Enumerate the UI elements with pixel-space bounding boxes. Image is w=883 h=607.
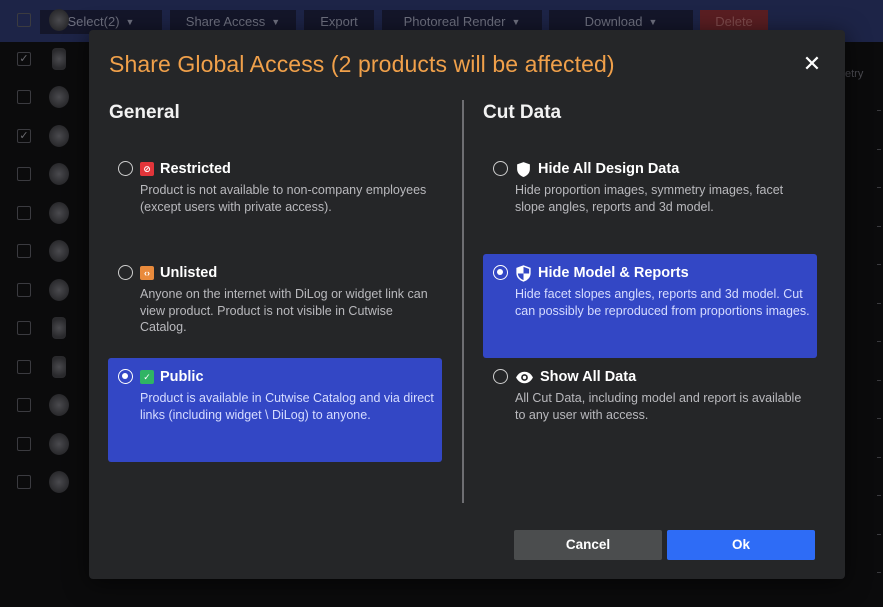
half-shield-icon — [516, 264, 531, 282]
row-checkbox[interactable]: ✓ — [17, 128, 31, 143]
diamond-thumbnail — [49, 201, 69, 224]
row-checkbox[interactable] — [17, 321, 31, 335]
diamond-thumbnail — [49, 240, 69, 262]
table-row[interactable] — [0, 432, 90, 456]
option-hide-all-design-data[interactable]: Hide All Design Data Hide proportion ima… — [483, 150, 817, 250]
public-icon: ✓ — [140, 370, 154, 384]
option-description: All Cut Data, including model and report… — [515, 391, 802, 422]
option-description: Anyone on the internet with DiLog or wid… — [140, 287, 428, 334]
row-checkbox[interactable]: ✓ — [17, 51, 31, 66]
show-all-data-radio[interactable] — [493, 369, 508, 384]
option-label: Hide All Design Data — [538, 161, 680, 177]
row-divider — [877, 187, 881, 188]
table-row[interactable]: ✓ — [0, 47, 90, 71]
share-access-label: Share Access — [185, 14, 266, 29]
option-restricted[interactable]: ⊘ Restricted Product is not available to… — [108, 150, 442, 250]
table-row[interactable] — [0, 8, 90, 32]
diamond-thumbnail — [49, 394, 69, 416]
row-checkbox[interactable] — [17, 13, 31, 27]
row-divider — [877, 572, 881, 573]
row-checkbox[interactable] — [17, 90, 31, 104]
option-hide-model-reports[interactable]: Hide Model & Reports Hide facet slopes a… — [483, 254, 817, 358]
row-divider — [877, 456, 881, 458]
table-row[interactable] — [0, 85, 90, 109]
table-row[interactable] — [0, 239, 90, 263]
table-row[interactable]: ✓ — [0, 124, 90, 148]
diamond-thumbnail — [49, 278, 69, 301]
unlisted-radio[interactable] — [118, 265, 133, 280]
table-row[interactable] — [0, 316, 90, 340]
table-row[interactable] — [0, 278, 90, 302]
row-divider — [877, 302, 881, 304]
row-divider — [877, 379, 881, 381]
cut-data-heading: Cut Data — [483, 102, 562, 123]
option-label: Hide Model & Reports — [538, 265, 689, 281]
diamond-thumbnail — [49, 9, 69, 31]
row-divider — [877, 341, 881, 342]
row-checkbox[interactable] — [17, 205, 31, 220]
option-label: Restricted — [160, 161, 231, 177]
row-checkbox[interactable] — [17, 244, 31, 258]
row-checkbox[interactable] — [17, 436, 31, 451]
diamond-thumbnail — [52, 355, 66, 378]
hide-model-reports-radio[interactable] — [493, 265, 508, 280]
diamond-thumbnail — [49, 163, 69, 185]
section-divider — [462, 100, 464, 503]
unlisted-icon: ‹› — [140, 266, 154, 280]
row-checkbox[interactable] — [17, 359, 31, 374]
option-public[interactable]: ✓ Public Product is available in Cutwise… — [108, 358, 442, 462]
diamond-thumbnail — [52, 47, 66, 70]
row-divider — [877, 225, 881, 227]
table-row[interactable] — [0, 355, 90, 379]
diamond-thumbnail — [49, 124, 69, 147]
option-description: Product is not available to non-company … — [140, 183, 427, 214]
row-divider — [877, 418, 881, 419]
column-header-symmetry: etry — [845, 68, 864, 80]
option-description: Hide facet slopes angles, reports and 3d… — [515, 287, 810, 318]
restricted-radio[interactable] — [118, 161, 133, 176]
option-label: Show All Data — [540, 369, 637, 385]
table-row[interactable] — [0, 201, 90, 225]
table-row[interactable] — [0, 393, 90, 417]
diamond-thumbnail — [49, 86, 69, 108]
row-checkbox[interactable] — [17, 167, 31, 181]
row-divider — [877, 148, 881, 150]
row-checkbox[interactable] — [17, 282, 31, 297]
option-label: Unlisted — [160, 265, 218, 281]
row-divider — [877, 264, 881, 265]
share-access-modal: Share Global Access (2 products will be … — [89, 30, 845, 579]
diamond-thumbnail — [52, 317, 66, 339]
diamond-thumbnail — [49, 471, 69, 493]
option-description: Product is available in Cutwise Catalog … — [140, 391, 434, 422]
table-row[interactable] — [0, 162, 90, 186]
hide-all-design-data-radio[interactable] — [493, 161, 508, 176]
row-checkbox[interactable] — [17, 475, 31, 489]
cancel-button[interactable]: Cancel — [514, 530, 662, 560]
row-divider — [877, 533, 881, 535]
row-divider — [877, 495, 881, 496]
table-row[interactable] — [0, 470, 90, 494]
option-show-all-data[interactable]: Show All Data All Cut Data, including mo… — [483, 358, 817, 462]
option-label: Public — [160, 369, 204, 385]
eye-icon — [516, 371, 533, 383]
restricted-icon: ⊘ — [140, 162, 154, 176]
general-heading: General — [109, 102, 180, 123]
photoreal-render-label: Photoreal Render — [403, 14, 506, 29]
option-description: Hide proportion images, symmetry images,… — [515, 183, 784, 214]
diamond-thumbnail — [49, 432, 69, 455]
row-divider — [877, 110, 881, 111]
modal-title: Share Global Access (2 products will be … — [109, 51, 615, 77]
public-radio[interactable] — [118, 369, 133, 384]
row-checkbox[interactable] — [17, 398, 31, 412]
close-icon[interactable]: ✕ — [801, 53, 823, 75]
option-unlisted[interactable]: ‹› Unlisted Anyone on the internet with … — [108, 254, 442, 358]
ok-button[interactable]: Ok — [667, 530, 815, 560]
download-label: Download — [584, 14, 643, 29]
shield-icon — [517, 161, 530, 177]
